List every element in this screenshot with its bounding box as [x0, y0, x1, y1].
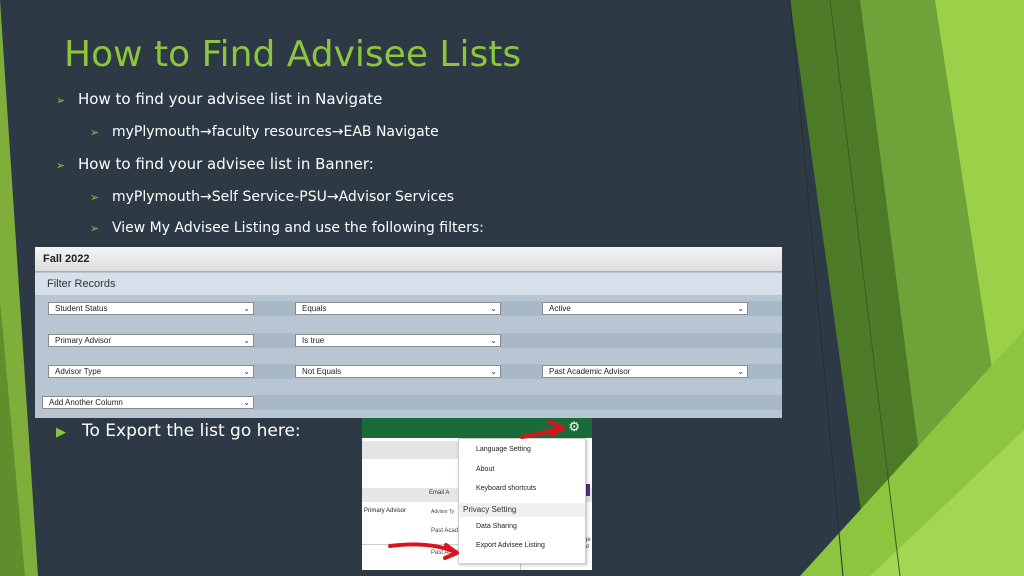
chevron-down-icon: ⌄ — [243, 398, 250, 407]
column-select[interactable]: Advisor Type ⌄ — [48, 365, 254, 378]
bullet-text: myPlymouth→Self Service-PSU→Advisor Serv… — [112, 189, 455, 205]
filter-row: Student Status ⌄ Equals ⌄ Active ⌄ — [40, 301, 782, 316]
arrow-bullet-icon: ➢ — [90, 191, 100, 204]
value-select[interactable]: Active ⌄ — [542, 302, 748, 315]
operator-select[interactable]: Not Equals ⌄ — [295, 365, 501, 378]
chevron-down-icon: ⌄ — [490, 367, 497, 376]
menu-item-language[interactable]: Language Setting — [476, 446, 531, 453]
bullet-text: How to find your advisee list in Banner: — [78, 155, 374, 173]
bullet-text: myPlymouth→faculty resources→EAB Navigat… — [112, 124, 439, 140]
operator-select[interactable]: Equals ⌄ — [295, 302, 501, 315]
filter-row: Primary Advisor ⌄ Is true ⌄ — [40, 333, 782, 348]
bullet-text: To Export the list go here: — [82, 421, 301, 441]
bullet-text: View My Advisee Listing and use the foll… — [112, 220, 484, 236]
bullet-navigate: ➢ How to find your advisee list in Naviga… — [56, 90, 382, 108]
past-academic-cell: Past Acad — [431, 528, 459, 534]
settings-menu-screenshot: ⚙ Email A Primary Advisor Advisor Ty Pas… — [362, 418, 592, 570]
bullet-export: ▶ To Export the list go here: — [56, 421, 301, 441]
bullet-banner-view: ➢ View My Advisee Listing and use the fol… — [90, 220, 484, 236]
gear-icon[interactable]: ⚙ — [568, 419, 580, 435]
column-select[interactable]: Primary Advisor ⌄ — [48, 334, 254, 347]
settings-dropdown-menu: Language Setting About Keyboard shortcut… — [458, 438, 586, 564]
chevron-down-icon: ⌄ — [243, 367, 250, 376]
menu-item-shortcuts[interactable]: Keyboard shortcuts — [476, 485, 536, 492]
filter-row: Add Another Column ⌄ — [40, 395, 782, 410]
slide-title: How to Find Advisee Lists — [64, 34, 522, 75]
privacy-section-header: Privacy Setting — [459, 503, 585, 517]
operator-select[interactable]: Is true ⌄ — [295, 334, 501, 347]
arrow-bullet-icon: ➢ — [56, 159, 66, 172]
chevron-down-icon: ⌄ — [737, 367, 744, 376]
bullet-banner: ➢ How to find your advisee list in Banner… — [56, 155, 374, 173]
term-label: Fall 2022 — [43, 253, 90, 265]
bullet-banner-path: ➢ myPlymouth→Self Service-PSU→Advisor Ser… — [90, 189, 454, 205]
term-header: Fall 2022 — [35, 247, 782, 272]
menu-item-export[interactable]: Export Advisee Listing — [476, 542, 545, 549]
arrow-bullet-icon: ➢ — [90, 126, 100, 139]
filter-row: Advisor Type ⌄ Not Equals ⌄ Past Academic … — [40, 364, 782, 379]
banner-filter-screenshot: Fall 2022 Filter Records Student Status ⌄… — [35, 247, 782, 418]
menu-item-about[interactable]: About — [476, 466, 494, 473]
arrow-bullet-icon: ➢ — [56, 94, 66, 107]
chevron-down-icon: ⌄ — [243, 336, 250, 345]
filter-records-label: Filter Records — [47, 278, 116, 290]
triangle-bullet-icon: ▶ — [56, 425, 66, 440]
menu-item-data-sharing[interactable]: Data Sharing — [476, 523, 517, 530]
bullet-text: How to find your advisee list in Navigat… — [78, 90, 383, 108]
chevron-down-icon: ⌄ — [737, 304, 744, 313]
value-select[interactable]: Past Academic Advisor ⌄ — [542, 365, 748, 378]
filter-records-header: Filter Records — [35, 273, 782, 295]
chevron-down-icon: ⌄ — [490, 304, 497, 313]
email-column-header: Email A — [429, 490, 450, 496]
bullet-navigate-path: ➢ myPlymouth→faculty resources→EAB Naviga… — [90, 124, 439, 140]
past-academic-cell: Past Acad — [431, 550, 459, 556]
app-header-bar: ⚙ — [362, 418, 592, 438]
arrow-bullet-icon: ➢ — [90, 222, 100, 235]
column-select[interactable]: Student Status ⌄ — [48, 302, 254, 315]
add-column-select[interactable]: Add Another Column ⌄ — [42, 396, 254, 409]
chevron-down-icon: ⌄ — [490, 336, 497, 345]
chevron-down-icon: ⌄ — [243, 304, 250, 313]
advisor-type-header: Advisor Ty — [431, 509, 455, 515]
primary-advisor-cell: Primary Advisor — [364, 508, 407, 514]
